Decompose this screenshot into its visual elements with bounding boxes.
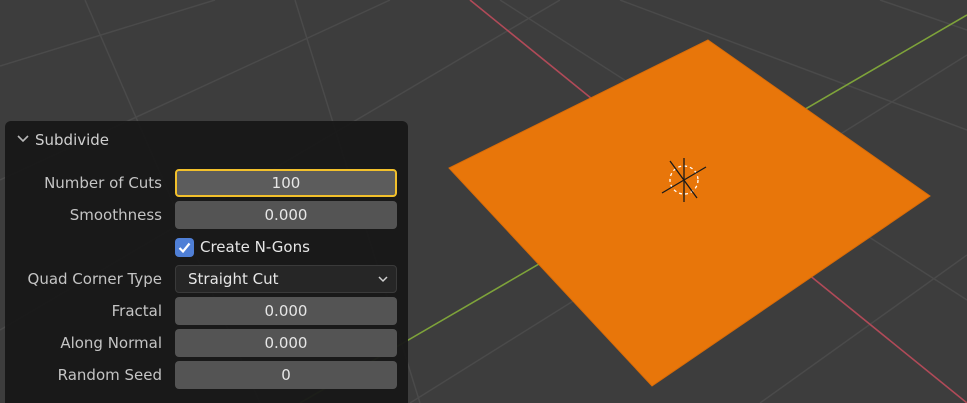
create-ngons-toggle[interactable]: Create N-Gons [175, 236, 310, 258]
fractal-field[interactable]: 0.000 [175, 297, 397, 325]
chevron-down-icon [378, 276, 388, 283]
number-of-cuts-row: Number of Cuts 100 [5, 169, 408, 197]
create-ngons-checkbox[interactable] [175, 237, 194, 257]
checkmark-icon [178, 242, 191, 253]
number-of-cuts-field[interactable]: 100 [175, 169, 397, 197]
random-seed-field[interactable]: 0 [175, 361, 397, 389]
create-ngons-label: Create N-Gons [200, 238, 310, 256]
quad-corner-type-value: Straight Cut [188, 270, 279, 288]
number-of-cuts-label: Number of Cuts [44, 174, 162, 192]
chevron-down-icon[interactable] [17, 134, 29, 144]
smoothness-field[interactable]: 0.000 [175, 201, 397, 229]
random-seed-row: Random Seed 0 [5, 361, 408, 389]
create-ngons-row: Create N-Gons [5, 233, 408, 261]
panel-header[interactable]: Subdivide [5, 121, 408, 159]
fractal-row: Fractal 0.000 [5, 297, 408, 325]
smoothness-label: Smoothness [69, 206, 162, 224]
quad-corner-type-label: Quad Corner Type [27, 270, 162, 288]
panel-title: Subdivide [35, 131, 110, 149]
smoothness-row: Smoothness 0.000 [5, 201, 408, 229]
along-normal-field[interactable]: 0.000 [175, 329, 397, 357]
subdivide-operator-panel: Subdivide Number of Cuts 100 Smoothness … [5, 121, 408, 403]
random-seed-label: Random Seed [57, 366, 162, 384]
quad-corner-type-dropdown[interactable]: Straight Cut [175, 265, 397, 293]
along-normal-row: Along Normal 0.000 [5, 329, 408, 357]
fractal-label: Fractal [111, 302, 162, 320]
quad-corner-type-row: Quad Corner Type Straight Cut [5, 265, 408, 293]
along-normal-label: Along Normal [60, 334, 162, 352]
